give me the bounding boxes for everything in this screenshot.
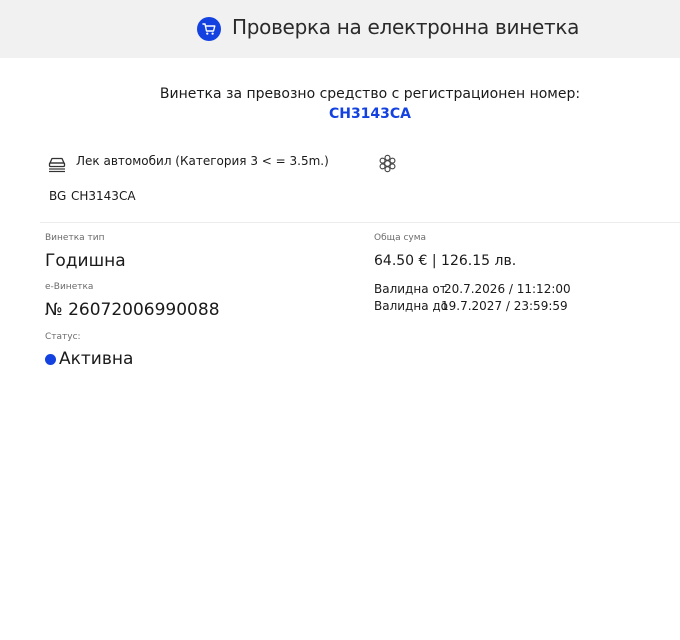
status-label: Статус: xyxy=(45,332,81,342)
vehicle-subtitle: Винетка за превозно средство с регистрац… xyxy=(159,86,581,102)
total-label: Обща сума xyxy=(374,233,427,243)
section-divider xyxy=(40,222,680,223)
registration-plate: CH3143CA xyxy=(71,189,136,203)
country-code: BG xyxy=(49,189,67,203)
car-icon xyxy=(48,157,66,173)
vignette-number-label: е-Винетка xyxy=(45,282,94,292)
valid-to-label: Валидна до xyxy=(374,299,449,313)
page-title: Проверка на електронна винетка xyxy=(232,15,580,39)
vehicle-category: Лек автомобил (Категория 3 < = 3.5m.) xyxy=(76,154,329,168)
vignette-number-value: № 26072006990088 xyxy=(45,300,220,320)
emission-class-icon xyxy=(379,154,396,173)
total-value: 64.50 € | 126.15 лв. xyxy=(374,253,517,269)
vignette-type-value: Годишна xyxy=(45,251,126,271)
status-value: Активна xyxy=(59,349,134,369)
valid-from-label: Валидна от xyxy=(374,282,447,296)
vignette-type-label: Винетка тип xyxy=(45,233,105,243)
plate-number-link[interactable]: CH3143CA xyxy=(0,106,680,122)
valid-to-value: 19.7.2027 / 23:59:59 xyxy=(441,299,568,313)
status-indicator xyxy=(45,354,56,365)
valid-from-value: 20.7.2026 / 11:12:00 xyxy=(444,282,571,296)
page-header: Проверка на електронна винетка xyxy=(0,0,680,58)
cart-icon xyxy=(197,17,221,41)
